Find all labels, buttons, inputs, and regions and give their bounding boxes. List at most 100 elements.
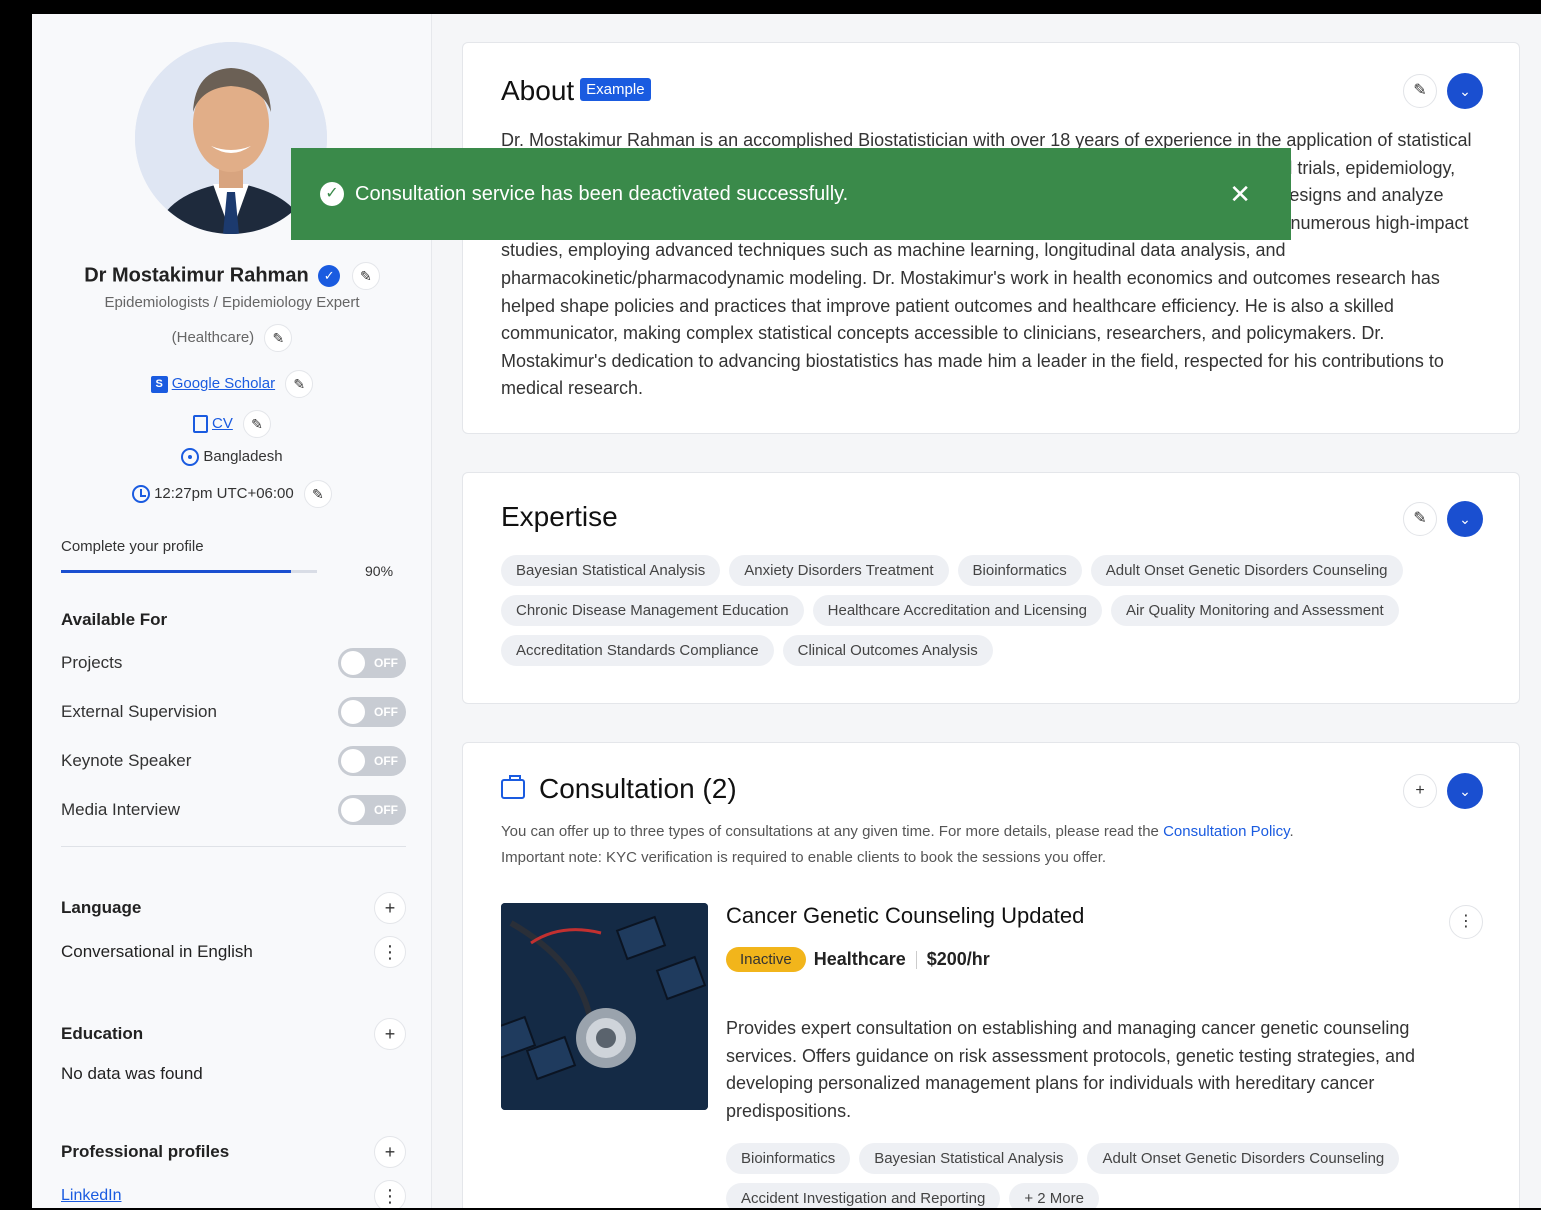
meta-divider xyxy=(915,950,917,969)
add-consultation-button[interactable]: + xyxy=(1403,774,1437,808)
external-supervision-toggle[interactable]: OFF xyxy=(338,697,406,727)
profile-title-line2: (Healthcare) xyxy=(171,328,255,346)
edit-timezone-pencil-icon[interactable]: ✎ xyxy=(303,480,332,508)
available-projects-row: Projects OFF xyxy=(61,646,406,680)
language-header: Language + xyxy=(61,892,406,924)
available-label: Keynote Speaker xyxy=(61,751,192,770)
expertise-tag: Bayesian Statistical Analysis xyxy=(501,555,721,586)
available-external-supervision-row: External Supervision OFF xyxy=(61,695,406,729)
available-keynote-speaker-row: Keynote Speaker OFF xyxy=(61,744,406,778)
toast-message: Consultation service has been deactivate… xyxy=(355,182,849,205)
expertise-tags: Bayesian Statistical Analysis Anxiety Di… xyxy=(501,555,1411,666)
close-icon[interactable]: ✕ xyxy=(1229,179,1251,210)
timezone-row: 12:27pm UTC+06:00 ✎ xyxy=(32,480,432,508)
expertise-tag: Bioinformatics xyxy=(957,555,1082,586)
language-item: Conversational in English ⋮ xyxy=(61,936,406,968)
expertise-title: Expertise xyxy=(501,501,618,532)
add-profile-button[interactable]: + xyxy=(374,1136,406,1168)
edit-scholar-pencil-icon[interactable]: ✎ xyxy=(285,370,314,398)
location-text: Bangladesh xyxy=(203,448,283,465)
profile-title-line1: Epidemiologists / Epidemiology Expert xyxy=(104,294,360,311)
expertise-actions: ✎ ⌄ xyxy=(1403,501,1483,537)
consultation-tag: Adult Onset Genetic Disorders Counseling xyxy=(1087,1143,1400,1174)
profile-title-line2-row: (Healthcare) ✎ xyxy=(32,324,432,352)
consultation-description: Provides expert consultation on establis… xyxy=(726,1018,1416,1121)
progress-value: 90% xyxy=(365,563,394,579)
example-badge: Example xyxy=(580,78,651,102)
keynote-speaker-toggle[interactable]: OFF xyxy=(338,746,406,776)
expertise-tag: Healthcare Accreditation and Licensing xyxy=(812,595,1102,626)
expertise-tag: Air Quality Monitoring and Assessment xyxy=(1111,595,1399,626)
expertise-tag: Anxiety Disorders Treatment xyxy=(729,555,949,586)
language-more-icon[interactable]: ⋮ xyxy=(374,936,406,968)
consultation-meta: Inactive Healthcare $200/hr xyxy=(726,947,990,972)
consultation-title-row: Consultation (2) xyxy=(501,773,737,805)
briefcase-icon xyxy=(501,775,525,799)
consultation-card: Consultation (2) + ⌄ You can offer up to… xyxy=(462,742,1520,1208)
timezone-text: 12:27pm UTC+06:00 xyxy=(154,484,294,502)
consultation-name[interactable]: Cancer Genetic Counseling Updated xyxy=(726,903,1084,929)
education-value: No data was found xyxy=(61,1064,203,1083)
app-frame: Dr Mostakimur Rahman ✓ ✎ Epidemiologists… xyxy=(32,14,1541,1208)
consultation-image xyxy=(501,903,708,1110)
language-title: Language xyxy=(61,898,142,917)
google-scholar-link[interactable]: Google Scholar xyxy=(172,375,275,392)
projects-toggle[interactable]: OFF xyxy=(338,648,406,678)
add-education-button[interactable]: + xyxy=(374,1018,406,1050)
expertise-tag: Chronic Disease Management Education xyxy=(501,595,804,626)
edit-title-pencil-icon[interactable]: ✎ xyxy=(264,324,293,352)
education-header: Education + xyxy=(61,1018,406,1050)
status-badge: Inactive xyxy=(726,947,806,972)
edit-cv-pencil-icon[interactable]: ✎ xyxy=(243,410,271,438)
add-language-button[interactable]: + xyxy=(374,892,406,924)
location-pin-icon xyxy=(181,448,200,467)
consultation-rate: $200/hr xyxy=(926,949,990,969)
consultation-category: Healthcare xyxy=(813,949,906,969)
about-title-row: About Example xyxy=(501,75,651,107)
success-toast: ✓ Consultation service has been deactiva… xyxy=(291,148,1291,240)
expertise-collapse-chevron-icon[interactable]: ⌄ xyxy=(1447,501,1483,537)
consultation-tag: Bayesian Statistical Analysis xyxy=(859,1143,1079,1174)
more-tags-button[interactable]: + 2 More xyxy=(1009,1183,1099,1208)
expertise-tag: Clinical Outcomes Analysis xyxy=(782,635,993,666)
expertise-tag: Adult Onset Genetic Disorders Counseling xyxy=(1090,555,1403,586)
edit-about-pencil-icon[interactable]: ✎ xyxy=(1403,74,1437,108)
consultation-tags: Bioinformatics Bayesian Statistical Anal… xyxy=(726,1143,1446,1208)
expertise-card: Expertise ✎ ⌄ Bayesian Statistical Analy… xyxy=(462,472,1520,704)
profile-more-icon[interactable]: ⋮ xyxy=(374,1180,406,1208)
consultation-actions: + ⌄ xyxy=(1403,773,1483,809)
consultation-more-icon[interactable]: ⋮ xyxy=(1449,905,1483,939)
about-actions: ✎ ⌄ xyxy=(1403,73,1483,109)
google-scholar-icon: S xyxy=(150,375,168,393)
edit-expertise-pencil-icon[interactable]: ✎ xyxy=(1403,502,1437,536)
media-interview-toggle[interactable]: OFF xyxy=(338,795,406,825)
available-media-interview-row: Media Interview OFF xyxy=(61,793,406,827)
education-empty: No data was found xyxy=(61,1064,406,1084)
consultation-collapse-chevron-icon[interactable]: ⌄ xyxy=(1447,773,1483,809)
professional-profiles-header: Professional profiles + xyxy=(61,1136,406,1168)
consultation-policy-link[interactable]: Consultation Policy xyxy=(1163,823,1289,840)
clock-icon xyxy=(132,485,151,503)
cv-row: CV ✎ xyxy=(32,410,432,438)
profile-progress-bar xyxy=(61,570,317,573)
consultation-note: You can offer up to three types of consu… xyxy=(501,823,1294,866)
profile-name-row: Dr Mostakimur Rahman ✓ ✎ xyxy=(32,262,432,290)
about-collapse-chevron-icon[interactable]: ⌄ xyxy=(1447,73,1483,109)
consultation-kyc-note: Important note: KYC verification is requ… xyxy=(501,849,1107,866)
consultation-tag: Bioinformatics xyxy=(726,1143,851,1174)
progress-fill xyxy=(61,570,292,573)
consultation-title: Consultation (2) xyxy=(539,773,737,804)
verified-icon: ✓ xyxy=(318,265,341,287)
consultation-tag: Accident Investigation and Reporting xyxy=(726,1183,1001,1208)
google-scholar-row: S Google Scholar ✎ xyxy=(32,370,432,398)
available-label: Projects xyxy=(61,653,123,672)
location-row: Bangladesh xyxy=(32,448,432,467)
progress-label: Complete your profile xyxy=(61,538,204,555)
available-label: Media Interview xyxy=(61,800,181,819)
available-for-title: Available For xyxy=(61,610,168,629)
language-value: Conversational in English xyxy=(61,942,253,961)
cv-link[interactable]: CV xyxy=(212,415,233,432)
edit-name-pencil-icon[interactable]: ✎ xyxy=(351,262,380,290)
professional-profiles-title: Professional profiles xyxy=(61,1142,230,1161)
linkedin-link[interactable]: LinkedIn xyxy=(61,1187,122,1205)
